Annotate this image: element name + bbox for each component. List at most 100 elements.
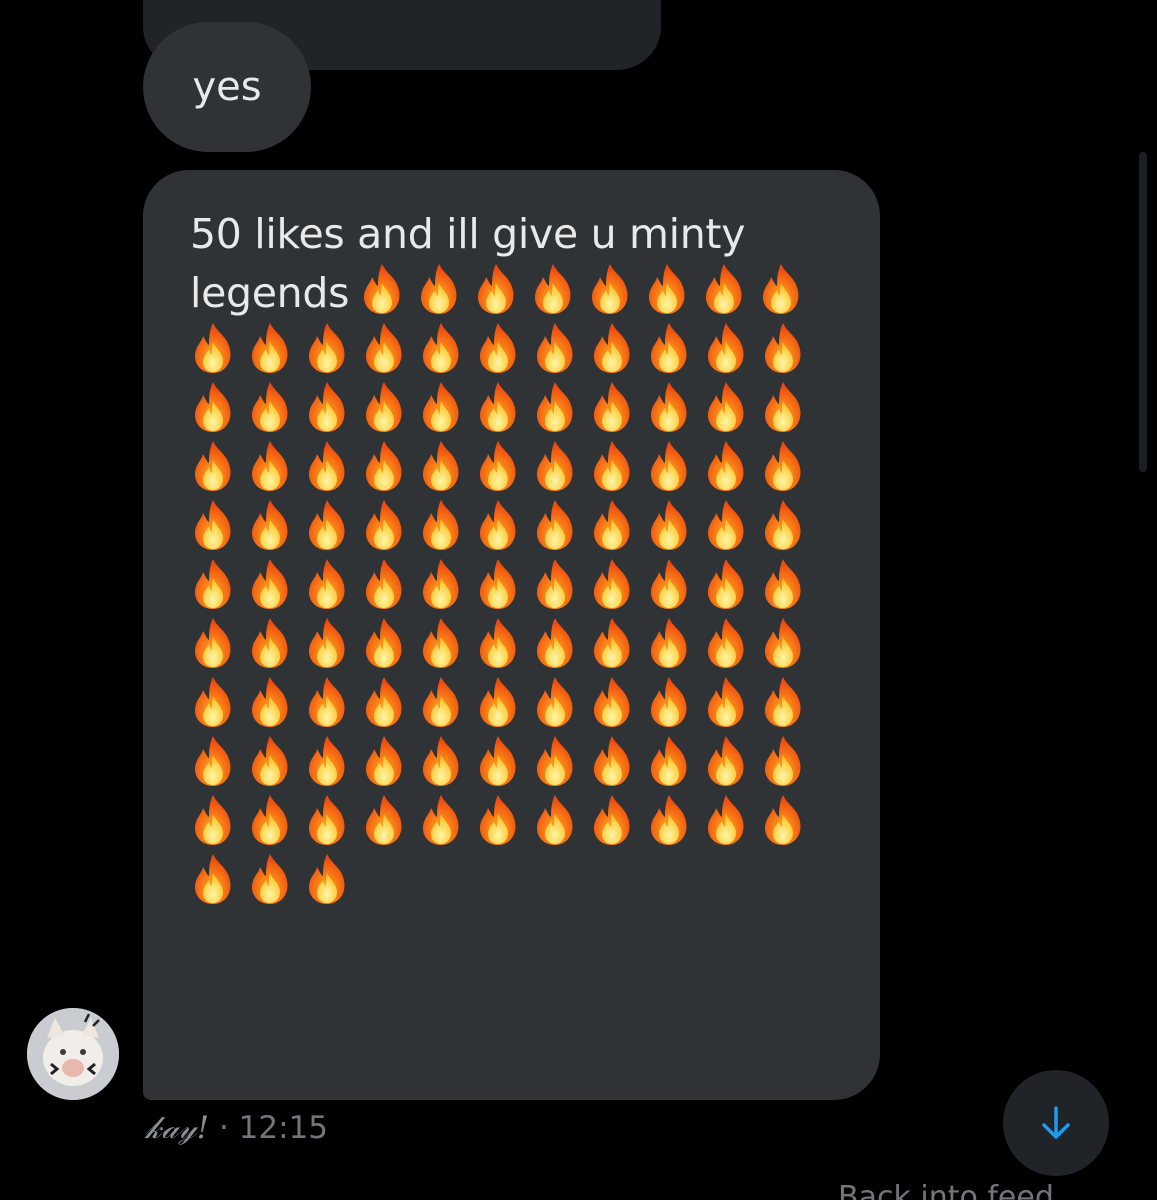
arrow-down-icon xyxy=(1042,1106,1070,1139)
fire-emoji xyxy=(532,322,578,374)
fire-emoji xyxy=(418,440,464,492)
fire-emoji xyxy=(247,735,293,787)
fire-emoji xyxy=(247,440,293,492)
fire-emoji xyxy=(304,499,350,551)
fire-emoji xyxy=(418,676,464,728)
fire-emoji xyxy=(530,263,576,315)
message-bubble-main[interactable]: 50 likes and ill give u minty legends xyxy=(143,170,880,1100)
fire-emoji xyxy=(418,558,464,610)
fire-emoji xyxy=(758,263,804,315)
fire-emoji xyxy=(247,617,293,669)
message-bubble-yes[interactable]: yes xyxy=(143,22,311,152)
fire-emoji xyxy=(532,735,578,787)
fire-emoji xyxy=(475,617,521,669)
fire-emoji xyxy=(247,676,293,728)
fire-emoji xyxy=(361,794,407,846)
fire-emoji xyxy=(304,853,350,905)
fire-emoji xyxy=(475,322,521,374)
fire-emoji xyxy=(304,440,350,492)
fire-emoji xyxy=(304,558,350,610)
fire-emoji xyxy=(475,440,521,492)
fire-emoji xyxy=(361,676,407,728)
fire-emoji xyxy=(190,322,236,374)
fire-emoji xyxy=(190,558,236,610)
fire-emoji xyxy=(418,735,464,787)
fire-emoji xyxy=(190,676,236,728)
fire-emoji xyxy=(703,735,749,787)
fire-emoji xyxy=(646,558,692,610)
fire-emoji xyxy=(703,440,749,492)
fire-emoji xyxy=(589,735,635,787)
fire-emoji xyxy=(247,322,293,374)
fire-emoji xyxy=(532,499,578,551)
fire-emoji xyxy=(646,617,692,669)
fire-emoji xyxy=(247,499,293,551)
fire-emoji xyxy=(646,794,692,846)
fire-emoji xyxy=(760,735,806,787)
fire-emoji xyxy=(760,676,806,728)
fire-emoji xyxy=(304,322,350,374)
fire-emoji xyxy=(190,440,236,492)
fire-emoji xyxy=(760,558,806,610)
fire-emoji xyxy=(361,558,407,610)
fire-emoji xyxy=(589,440,635,492)
fire-emoji xyxy=(532,676,578,728)
fire-emoji xyxy=(418,617,464,669)
fire-emoji xyxy=(247,381,293,433)
fire-emoji xyxy=(247,558,293,610)
fire-emoji xyxy=(587,263,633,315)
message-meta: 𝓀𝒶𝓎! · 12:15 xyxy=(145,1110,328,1147)
message-text: yes xyxy=(192,64,262,110)
fire-emoji xyxy=(304,794,350,846)
fire-emoji xyxy=(760,499,806,551)
message-time: 12:15 xyxy=(238,1110,329,1146)
fire-emoji xyxy=(532,617,578,669)
fire-emoji xyxy=(247,853,293,905)
fire-emoji xyxy=(473,263,519,315)
fire-emoji xyxy=(760,322,806,374)
dm-conversation: yes 50 likes and ill give u minty legend… xyxy=(0,0,1157,1200)
fire-emoji xyxy=(418,499,464,551)
fire-emoji xyxy=(418,322,464,374)
fire-emoji xyxy=(475,381,521,433)
fire-emoji xyxy=(589,322,635,374)
fire-emoji xyxy=(589,676,635,728)
fire-emoji xyxy=(475,735,521,787)
fire-emoji xyxy=(418,381,464,433)
fire-emoji xyxy=(418,794,464,846)
fire-emoji xyxy=(361,381,407,433)
fire-emoji xyxy=(190,735,236,787)
fire-emoji xyxy=(646,381,692,433)
fire-emoji xyxy=(190,381,236,433)
fire-emoji xyxy=(475,794,521,846)
fire-emoji xyxy=(760,794,806,846)
fire-emoji xyxy=(361,440,407,492)
fire-emoji xyxy=(760,381,806,433)
fire-emoji xyxy=(644,263,690,315)
fire-emoji xyxy=(416,263,462,315)
fire-emoji xyxy=(361,735,407,787)
fire-emoji xyxy=(646,322,692,374)
fire-emoji xyxy=(532,794,578,846)
fire-emoji xyxy=(247,794,293,846)
fire-emoji xyxy=(475,558,521,610)
fire-emoji xyxy=(190,853,236,905)
fire-emoji xyxy=(646,440,692,492)
fire-emoji xyxy=(703,322,749,374)
sender-avatar[interactable] xyxy=(27,1008,119,1100)
fire-emoji xyxy=(361,617,407,669)
fire-emoji xyxy=(760,440,806,492)
fire-emoji xyxy=(589,499,635,551)
sender-name[interactable]: 𝓀𝒶𝓎! xyxy=(145,1110,209,1146)
scrollbar[interactable] xyxy=(1139,152,1147,472)
fire-emoji xyxy=(703,676,749,728)
fire-emoji xyxy=(361,322,407,374)
fire-emoji xyxy=(475,499,521,551)
scroll-to-bottom-button[interactable] xyxy=(1003,1070,1109,1176)
meta-separator: · xyxy=(209,1110,239,1146)
fire-emoji xyxy=(589,617,635,669)
fire-emoji xyxy=(760,617,806,669)
fire-emoji xyxy=(304,735,350,787)
fire-emoji xyxy=(304,676,350,728)
fire-emoji xyxy=(304,617,350,669)
